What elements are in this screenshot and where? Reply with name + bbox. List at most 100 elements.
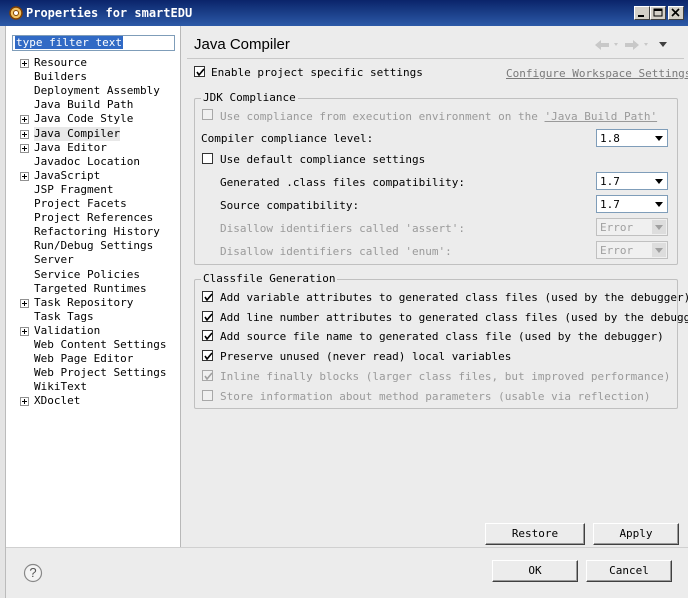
disallow-enum-select[interactable]: Error bbox=[596, 241, 668, 259]
enable-specific-label: Enable project specific settings bbox=[211, 66, 423, 79]
tree-item-label: WikiText bbox=[34, 380, 87, 394]
window-title: Properties for smartEDU bbox=[26, 6, 193, 20]
expand-plus-icon[interactable] bbox=[20, 143, 29, 153]
use-compliance-text: Use compliance from execution environmen… bbox=[220, 110, 545, 123]
chevron-down-icon bbox=[652, 243, 666, 257]
apply-button[interactable]: Apply bbox=[593, 523, 679, 545]
tree-item-label: Javadoc Location bbox=[34, 154, 140, 168]
chevron-down-icon bbox=[652, 220, 666, 234]
tree-item-label: Builders bbox=[34, 70, 87, 84]
expand-plus-icon[interactable] bbox=[20, 171, 29, 181]
close-button[interactable] bbox=[668, 6, 684, 20]
back-arrow-icon[interactable] bbox=[595, 40, 618, 50]
compliance-level-value: 1.8 bbox=[600, 132, 620, 145]
tree-item-label: Java Compiler bbox=[34, 126, 121, 141]
classfile-option-label: Add source file name to generated class … bbox=[220, 330, 664, 344]
header-separator bbox=[187, 58, 684, 59]
use-compliance-checkbox[interactable] bbox=[202, 109, 213, 120]
expand-plus-icon[interactable] bbox=[20, 298, 29, 308]
enable-specific-checkbox[interactable] bbox=[194, 66, 205, 77]
generated-class-select[interactable]: 1.7 bbox=[596, 172, 668, 190]
tree-item-label: Refactoring History bbox=[34, 225, 160, 239]
tree-item-label: Java Build Path bbox=[34, 98, 134, 112]
restore-defaults-button[interactable]: Restore Defaults bbox=[485, 523, 585, 560]
classfile-option-label: Inline finally blocks (larger class file… bbox=[220, 369, 671, 383]
use-default-compliance-checkbox[interactable] bbox=[202, 153, 213, 164]
use-default-compliance-label: Use default compliance settings bbox=[220, 153, 426, 166]
cancel-button[interactable]: Cancel bbox=[586, 560, 672, 582]
generated-class-value: 1.7 bbox=[600, 175, 620, 188]
classfile-option-label: Preserve unused (never read) local varia… bbox=[220, 350, 512, 364]
java-build-path-link[interactable]: 'Java Build Path' bbox=[545, 110, 658, 123]
disallow-enum-value: Error bbox=[600, 244, 634, 257]
page-title: Java Compiler bbox=[194, 36, 290, 53]
classfile-option-checkbox[interactable] bbox=[202, 389, 213, 401]
classfile-option-label: Add variable attributes to generated cla… bbox=[220, 291, 688, 304]
maximize-button[interactable] bbox=[650, 6, 666, 20]
minimize-button[interactable] bbox=[634, 6, 650, 20]
disallow-assert-select[interactable]: Error bbox=[596, 218, 668, 236]
tree-item-label: Service Policies bbox=[34, 267, 140, 281]
forward-arrow-icon[interactable] bbox=[625, 40, 648, 50]
chevron-down-icon bbox=[652, 174, 666, 188]
generated-class-label: Generated .class files compatibility: bbox=[220, 176, 466, 189]
tree-item-label: Deployment Assembly bbox=[34, 84, 160, 98]
tree-item-label: Resource bbox=[34, 56, 87, 69]
properties-gear-icon bbox=[8, 5, 24, 21]
tree-item-label: JSP Fragment bbox=[34, 182, 114, 196]
dialog-button-bar: ? OK Cancel bbox=[6, 547, 688, 598]
properties-tree-panel: type filter text Resource Builders Deploym… bbox=[6, 26, 181, 547]
help-glyph: ? bbox=[29, 565, 37, 580]
dialog-body: type filter text Resource Builders Deploym… bbox=[6, 26, 688, 598]
expand-plus-icon[interactable] bbox=[20, 115, 29, 125]
view-menu-icon[interactable] bbox=[659, 42, 667, 47]
classfile-option-label: Add line number attributes to generated … bbox=[220, 310, 688, 324]
jdk-compliance-label: JDK Compliance bbox=[201, 91, 298, 104]
help-icon[interactable]: ? bbox=[23, 563, 43, 583]
compliance-level-label: Compiler compliance level: bbox=[201, 132, 374, 145]
tree-item-label: Targeted Runtimes bbox=[34, 281, 147, 295]
source-compat-value: 1.7 bbox=[600, 198, 620, 211]
filter-input[interactable]: type filter text bbox=[12, 35, 175, 51]
title-bar[interactable]: Properties for smartEDU bbox=[0, 0, 688, 26]
disallow-enum-label: Disallow identifiers called 'enum': bbox=[220, 245, 452, 258]
expand-plus-icon[interactable] bbox=[20, 59, 29, 68]
classfile-option-checkbox[interactable] bbox=[202, 291, 213, 302]
classfile-option-checkbox[interactable] bbox=[202, 369, 213, 381]
classfile-generation-label: Classfile Generation bbox=[201, 272, 338, 285]
source-compat-label: Source compatibility: bbox=[220, 199, 360, 212]
compliance-level-select[interactable]: 1.8 bbox=[596, 129, 668, 147]
chevron-down-icon bbox=[652, 131, 666, 145]
classfile-option-checkbox[interactable] bbox=[202, 350, 213, 362]
expand-plus-icon[interactable] bbox=[20, 326, 29, 336]
java-compiler-page: Java Compiler Enable project specific se… bbox=[181, 26, 688, 560]
tree-item-label: Project Facets bbox=[34, 197, 127, 210]
expand-plus-icon[interactable] bbox=[20, 129, 29, 139]
ok-button[interactable]: OK bbox=[492, 560, 578, 582]
tree-item-label: Web Page Editor bbox=[34, 352, 134, 366]
filter-input-text: type filter text bbox=[15, 36, 123, 49]
source-compat-select[interactable]: 1.7 bbox=[596, 195, 668, 213]
use-compliance-label: Use compliance from execution environmen… bbox=[220, 110, 657, 123]
tree-item-label: Validation bbox=[34, 323, 101, 337]
classfile-option-checkbox[interactable] bbox=[202, 330, 213, 342]
chevron-down-icon bbox=[652, 197, 666, 211]
tree-item-label: Server bbox=[34, 253, 74, 267]
classfile-option-label: Store information about method parameter… bbox=[220, 389, 651, 403]
disallow-assert-label: Disallow identifiers called 'assert': bbox=[220, 222, 466, 235]
configure-workspace-link[interactable]: Configure Workspace Settings... bbox=[506, 67, 688, 80]
disallow-assert-value: Error bbox=[600, 221, 634, 234]
page-navigation bbox=[593, 38, 679, 52]
tree-item-label: Task Repository bbox=[34, 295, 134, 309]
tree-item-label: JavaScript bbox=[34, 168, 101, 182]
tree-item-label: Run/Debug Settings bbox=[34, 239, 154, 253]
tree-item-label: Web Project Settings bbox=[34, 366, 167, 380]
classfile-option-checkbox[interactable] bbox=[202, 310, 213, 322]
tree-item-label: Task Tags bbox=[34, 309, 94, 323]
expand-plus-icon[interactable] bbox=[20, 397, 29, 407]
tree-item-label: Java Code Style bbox=[34, 112, 134, 126]
tree-item-label: Java Editor bbox=[34, 140, 107, 154]
tree-item-label: XDoclet bbox=[34, 394, 81, 408]
tree-item-label: Project References bbox=[34, 211, 154, 225]
tree-item-label: Web Content Settings bbox=[34, 338, 167, 351]
